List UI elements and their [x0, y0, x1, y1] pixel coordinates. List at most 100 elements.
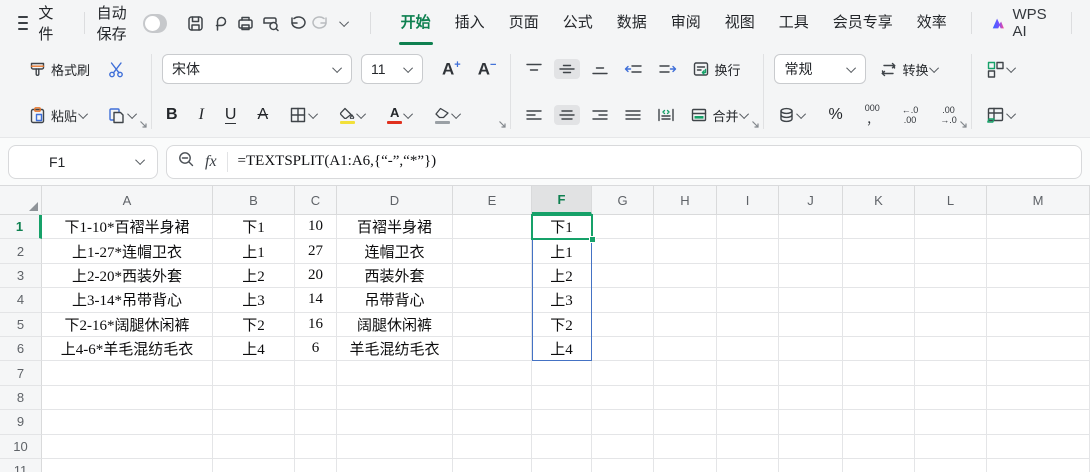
cell-L6[interactable] [915, 337, 987, 361]
quick-access-more-button[interactable] [337, 9, 355, 37]
cell-M11[interactable] [987, 459, 1090, 472]
row-header-11[interactable]: 11 [0, 459, 42, 472]
col-header-A[interactable]: A [42, 186, 213, 215]
cell-M9[interactable] [987, 410, 1090, 434]
row-header-1[interactable]: 1 [0, 215, 42, 239]
col-header-G[interactable]: G [592, 186, 654, 215]
cell-F8[interactable] [532, 386, 592, 410]
font-expander[interactable] [498, 116, 507, 134]
cell-K5[interactable] [843, 313, 915, 337]
wps-ai-label[interactable]: WPS AI [1013, 6, 1052, 40]
cell-E2[interactable] [453, 239, 532, 263]
tab-公式[interactable]: 公式 [551, 0, 605, 46]
cell-K8[interactable] [843, 386, 915, 410]
cell-H4[interactable] [654, 288, 717, 312]
convert-button[interactable]: 转换 [875, 57, 943, 82]
row-header-9[interactable]: 9 [0, 410, 42, 434]
cell-C5[interactable]: 16 [295, 313, 337, 337]
cell-D2[interactable]: 连帽卫衣 [337, 239, 453, 263]
cell-L10[interactable] [915, 435, 987, 459]
cell-C3[interactable]: 20 [295, 264, 337, 288]
tab-开始[interactable]: 开始 [389, 0, 443, 46]
cell-L5[interactable] [915, 313, 987, 337]
cell-J7[interactable] [779, 361, 843, 385]
cell-H7[interactable] [654, 361, 717, 385]
format-painter-button[interactable]: 格式刷 [24, 57, 94, 82]
cell-A10[interactable] [42, 435, 213, 459]
cell-M2[interactable] [987, 239, 1090, 263]
cell-J3[interactable] [779, 264, 843, 288]
cell-E3[interactable] [453, 264, 532, 288]
font-size-select[interactable]: 11 [361, 54, 423, 84]
cell-I8[interactable] [717, 386, 779, 410]
justify-button[interactable] [620, 105, 646, 125]
cell-H9[interactable] [654, 410, 717, 434]
cell-B1[interactable]: 下1 [213, 215, 295, 239]
row-header-6[interactable]: 6 [0, 337, 42, 361]
cell-D4[interactable]: 吊带背心 [337, 288, 453, 312]
tab-数据[interactable]: 数据 [605, 0, 659, 46]
cell-I11[interactable] [717, 459, 779, 472]
cell-M10[interactable] [987, 435, 1090, 459]
decrease-decimal-button[interactable]: .00→.0 [936, 103, 961, 128]
cut-button[interactable] [103, 57, 130, 82]
eraser-button[interactable] [430, 104, 465, 127]
cell-L4[interactable] [915, 288, 987, 312]
cell-F2[interactable]: 上1 [532, 239, 592, 263]
number-expander[interactable] [959, 116, 968, 134]
cell-I2[interactable] [717, 239, 779, 263]
bold-button[interactable]: B [162, 104, 182, 126]
thousands-separator-button[interactable]: 000， [861, 101, 884, 129]
cell-D1[interactable]: 百褶半身裙 [337, 215, 453, 239]
tab-效率[interactable]: 效率 [905, 0, 959, 46]
cell-D6[interactable]: 羊毛混纺毛衣 [337, 337, 453, 361]
hamburger-icon[interactable] [18, 16, 28, 30]
cell-B6[interactable]: 上4 [213, 337, 295, 361]
row-header-3[interactable]: 3 [0, 264, 42, 288]
cell-L3[interactable] [915, 264, 987, 288]
file-menu[interactable]: 文件 [38, 2, 57, 44]
cell-C4[interactable]: 14 [295, 288, 337, 312]
cell-D3[interactable]: 西装外套 [337, 264, 453, 288]
cell-C6[interactable]: 6 [295, 337, 337, 361]
cell-I10[interactable] [717, 435, 779, 459]
cell-J8[interactable] [779, 386, 843, 410]
col-header-E[interactable]: E [453, 186, 532, 215]
cell-M6[interactable] [987, 337, 1090, 361]
cell-H10[interactable] [654, 435, 717, 459]
cell-C11[interactable] [295, 459, 337, 472]
cell-G1[interactable] [592, 215, 654, 239]
row-header-8[interactable]: 8 [0, 386, 42, 410]
number-format-select[interactable]: 常规 [774, 54, 866, 84]
cell-B10[interactable] [213, 435, 295, 459]
underline-button[interactable]: U [221, 104, 241, 127]
cell-D11[interactable] [337, 459, 453, 472]
wrap-text-button[interactable]: 换行 [688, 57, 744, 82]
col-header-M[interactable]: M [987, 186, 1090, 215]
cell-D5[interactable]: 阔腿休闲裤 [337, 313, 453, 337]
cell-K1[interactable] [843, 215, 915, 239]
cell-G3[interactable] [592, 264, 654, 288]
strikethrough-button[interactable]: A [253, 104, 272, 126]
cell-G8[interactable] [592, 386, 654, 410]
italic-button[interactable]: I [195, 104, 208, 126]
cell-J4[interactable] [779, 288, 843, 312]
align-left-button[interactable] [521, 105, 547, 125]
increase-indent-button[interactable] [654, 59, 681, 79]
worksheet-button[interactable] [982, 103, 1020, 127]
cell-G6[interactable] [592, 337, 654, 361]
col-header-D[interactable]: D [337, 186, 453, 215]
cell-M7[interactable] [987, 361, 1090, 385]
cell-F10[interactable] [532, 435, 592, 459]
cell-G9[interactable] [592, 410, 654, 434]
cell-B2[interactable]: 上1 [213, 239, 295, 263]
align-top-button[interactable] [521, 59, 547, 79]
row-header-2[interactable]: 2 [0, 239, 42, 263]
cell-B11[interactable] [213, 459, 295, 472]
cell-G10[interactable] [592, 435, 654, 459]
fill-color-button[interactable] [335, 104, 370, 127]
rows-columns-button[interactable] [982, 57, 1020, 81]
col-header-H[interactable]: H [654, 186, 717, 215]
row-header-10[interactable]: 10 [0, 435, 42, 459]
cell-A11[interactable] [42, 459, 213, 472]
